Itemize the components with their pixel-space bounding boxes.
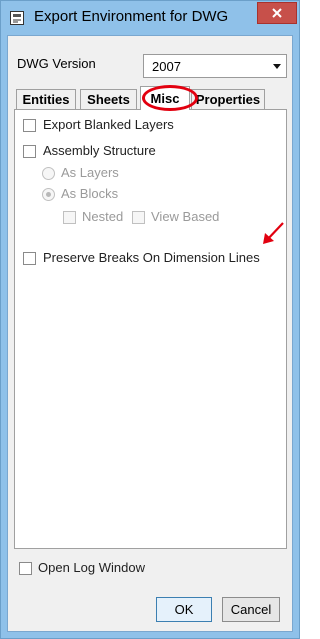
open-log-window-checkbox[interactable] xyxy=(19,562,32,575)
nested-label: Nested xyxy=(82,209,124,224)
preserve-breaks-label: Preserve Breaks On Dimension Lines xyxy=(43,250,260,265)
view-based-label: View Based xyxy=(151,209,220,224)
title-bar[interactable]: Export Environment for DWG xyxy=(1,1,299,35)
nested-checkbox[interactable] xyxy=(63,211,76,224)
window-title: Export Environment for DWG xyxy=(34,8,229,25)
misc-panel: Export Blanked Layers Assembly Structure… xyxy=(14,109,287,549)
dwg-version-value: 2007 xyxy=(152,59,181,74)
export-blanked-layers-label: Export Blanked Layers xyxy=(43,117,174,132)
export-icon xyxy=(9,10,25,26)
close-icon xyxy=(272,8,282,18)
assembly-structure-checkbox[interactable] xyxy=(23,145,36,158)
tab-sheets[interactable]: Sheets xyxy=(80,89,137,109)
cancel-button[interactable]: Cancel xyxy=(222,597,280,622)
annotation-arrow xyxy=(263,222,284,244)
assembly-structure-label: Assembly Structure xyxy=(43,143,156,158)
close-button[interactable] xyxy=(257,2,297,24)
annotation-circle xyxy=(142,85,198,111)
tab-entities[interactable]: Entities xyxy=(16,89,76,109)
preserve-breaks-checkbox[interactable] xyxy=(23,252,36,265)
ok-button[interactable]: OK xyxy=(156,597,212,622)
as-layers-radio[interactable] xyxy=(42,167,55,180)
as-blocks-radio[interactable] xyxy=(42,188,55,201)
open-log-window-label: Open Log Window xyxy=(38,560,145,575)
dialog-window: Export Environment for DWG DWG Version 2… xyxy=(0,0,300,639)
dwg-version-label: DWG Version xyxy=(17,56,96,71)
as-blocks-label: As Blocks xyxy=(61,186,119,201)
dwg-version-dropdown[interactable]: 2007 xyxy=(143,54,287,78)
tab-properties[interactable]: Properties xyxy=(191,89,265,109)
export-blanked-layers-checkbox[interactable] xyxy=(23,119,36,132)
dialog-content: DWG Version 2007 Entities Sheets Misc Pr… xyxy=(7,35,293,632)
chevron-down-icon xyxy=(273,64,281,69)
view-based-checkbox[interactable] xyxy=(132,211,145,224)
as-layers-label: As Layers xyxy=(61,165,119,180)
